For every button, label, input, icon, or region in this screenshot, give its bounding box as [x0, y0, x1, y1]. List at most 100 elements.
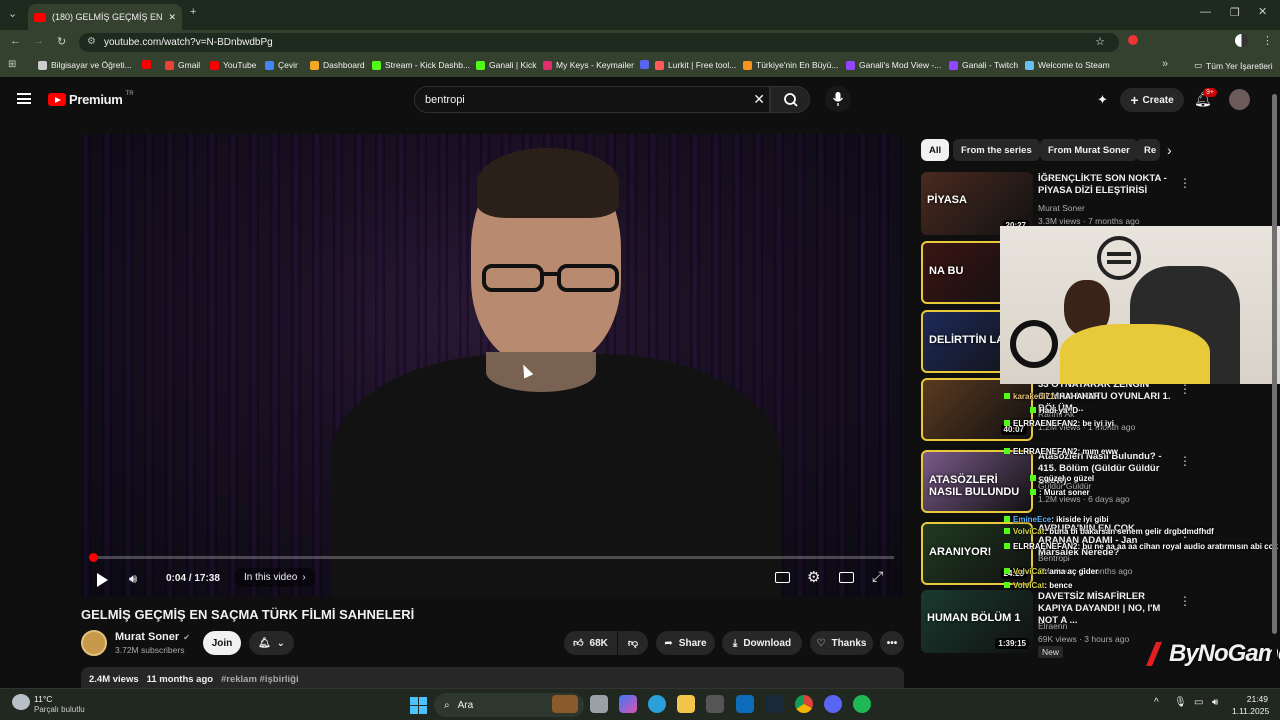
bookmark-item[interactable]: Ganali's Mod View -... [846, 60, 941, 70]
taskbar-app-steam-icon[interactable] [765, 695, 783, 713]
like-button[interactable]: 👍︎ 68K [564, 631, 617, 655]
scrubber-handle[interactable] [89, 553, 98, 562]
taskbar-app-burger-icon[interactable] [552, 695, 578, 713]
filter-chip[interactable]: All [921, 139, 950, 161]
bookmark-item[interactable]: Gmail [165, 60, 200, 70]
all-bookmarks[interactable]: ▭ Tüm Yer İşaretleri [1194, 60, 1273, 71]
volume-icon[interactable]: 🔊︎ [129, 571, 137, 587]
apps-grid-icon[interactable]: ⊞ [8, 59, 16, 70]
search-input[interactable]: bentropi ✕ [414, 86, 770, 113]
create-button[interactable]: + Create [1120, 88, 1184, 112]
taskbar-app-explorer-icon[interactable] [677, 695, 695, 713]
share-button[interactable]: ➦ Share [656, 631, 715, 655]
site-info-icon[interactable]: ⚙ [87, 36, 96, 47]
fullscreen-icon[interactable]: ⤢ [872, 568, 883, 585]
premium-shorts-icon[interactable]: ✦ [1097, 92, 1108, 108]
youtube-logo[interactable]: Premium TR [48, 91, 134, 107]
in-this-video-button[interactable]: In this video › [234, 568, 316, 587]
bookmark-item[interactable] [142, 60, 151, 69]
bookmark-item[interactable]: Dashboard [310, 60, 365, 70]
search-button[interactable] [770, 86, 810, 113]
taskbar-app-discord-icon[interactable] [824, 695, 842, 713]
close-window-icon[interactable]: ✕ [1258, 5, 1267, 18]
theater-mode-icon[interactable] [839, 572, 854, 583]
recommended-video[interactable]: ATASÖZLERİ NASIL BULUNDU Atasözleri Nasıl… [921, 450, 1261, 516]
subscribe-bell-button[interactable]: 🔔︎ ⌄ [249, 631, 294, 655]
settings-gear-icon[interactable]: ⚙ [807, 568, 820, 586]
taskbar-app-outlook-icon[interactable] [736, 695, 754, 713]
bookmark-item[interactable]: Bilgisayar ve Öğreti... [38, 60, 132, 70]
taskbar-app-taskview-icon[interactable] [590, 695, 608, 713]
bookmark-item[interactable]: My Keys - Keymailer [543, 60, 634, 70]
taskbar-app-spotify-icon[interactable] [853, 695, 871, 713]
captions-icon[interactable] [775, 572, 790, 583]
channel-name[interactable]: Murat Soner [115, 631, 179, 643]
bookmark-star-icon[interactable]: ☆ [1095, 35, 1105, 48]
more-bookmarks-icon[interactable]: » [1162, 58, 1168, 70]
taskbar-app-store-icon[interactable] [706, 695, 724, 713]
menu-dots-icon[interactable]: ⋮ [1262, 34, 1273, 47]
taskbar-app-edge-icon[interactable] [648, 695, 666, 713]
url-field[interactable]: ⚙ youtube.com/watch?v=N-BDnbwdbPg ☆ [79, 33, 1119, 52]
tray-chevron-icon[interactable]: ^ [1154, 697, 1159, 708]
hashtags[interactable]: #reklam #işbirliği [221, 674, 299, 685]
filter-chip[interactable]: From the series [953, 139, 1040, 161]
weather-temp[interactable]: 11°C [34, 694, 52, 704]
scrollbar-thumb[interactable] [1272, 94, 1277, 634]
recommendation-title[interactable]: İĞRENÇLİKTE SON NOKTA - PİYASA DİZİ ELEŞ… [1038, 173, 1178, 197]
video-progress-bar[interactable] [89, 553, 894, 562]
speaker-icon[interactable]: 🔊︎ [1212, 697, 1218, 708]
extension-icon[interactable] [1128, 35, 1138, 45]
recommendation-channel[interactable]: Bentropi [1038, 553, 1070, 563]
hamburger-menu-icon[interactable] [17, 93, 31, 104]
dislike-button[interactable]: 👎︎ [618, 631, 648, 655]
bookmark-item[interactable]: Türkiye'nin En Büyü... [743, 60, 838, 70]
bookmark-item[interactable]: YouTube [210, 60, 256, 70]
more-options-icon[interactable]: ⋮ [1179, 382, 1191, 396]
taskbar-app-chrome-icon[interactable] [795, 695, 813, 713]
filter-chip[interactable]: From Murat Soner [1040, 139, 1138, 161]
minimize-icon[interactable]: — [1200, 6, 1211, 18]
video-thumbnail[interactable]: HUMAN BÖLÜM 1 1:39:15 [921, 590, 1033, 653]
profile-icon[interactable] [1235, 34, 1248, 47]
channel-avatar[interactable] [81, 630, 107, 656]
windows-start-icon[interactable] [410, 697, 427, 714]
recommended-video[interactable]: 40:07 33 OYNAYARAK ZENGİN OLMAK ! KUTU OY… [921, 378, 1261, 444]
bookmark-item[interactable]: Lurkit | Free tool... [655, 60, 736, 70]
forward-icon[interactable]: → [33, 35, 44, 47]
video-player[interactable] [81, 134, 904, 597]
new-tab-icon[interactable]: + [190, 6, 196, 18]
more-options-icon[interactable]: ⋮ [1179, 176, 1191, 190]
clear-search-icon[interactable]: ✕ [753, 91, 765, 108]
bookmark-item[interactable]: Welcome to Steam [1025, 60, 1110, 70]
network-icon[interactable]: ▭ [1194, 697, 1203, 708]
filter-chip[interactable]: Re [1136, 139, 1160, 161]
bookmark-item[interactable]: Çevir [265, 60, 298, 70]
bookmark-item[interactable]: Ganali | Kick [476, 60, 537, 70]
download-button[interactable]: ⤓ Download [722, 631, 802, 655]
video-thumbnail[interactable]: 40:07 [921, 378, 1033, 441]
recommendation-channel[interactable]: Murat Soner [1038, 203, 1085, 213]
weather-cloud-icon[interactable] [12, 694, 30, 710]
page-scrollbar[interactable] [1272, 92, 1277, 682]
join-button[interactable]: Join [203, 631, 241, 655]
maximize-icon[interactable]: ❐ [1230, 6, 1240, 19]
thanks-button[interactable]: ♡ Thanks [810, 631, 873, 655]
close-tab-icon[interactable]: ✕ [168, 12, 176, 23]
more-actions-button[interactable]: ••• [880, 631, 904, 655]
reload-icon[interactable]: ↻ [57, 35, 66, 48]
weather-desc[interactable]: Parçalı bulutlu [34, 705, 85, 714]
bookmark-item[interactable]: Stream - Kick Dashb... [372, 60, 470, 70]
microphone-tray-icon[interactable]: 🎙︎ [1174, 697, 1187, 708]
video-thumbnail[interactable]: ATASÖZLERİ NASIL BULUNDU [921, 450, 1033, 513]
taskbar-app-copilot-icon[interactable] [619, 695, 637, 713]
chips-next-icon[interactable]: › [1167, 142, 1172, 158]
clock[interactable]: 21:49 1.11.2025 [1232, 694, 1269, 716]
bookmark-item[interactable] [640, 60, 649, 69]
more-options-icon[interactable]: ⋮ [1179, 454, 1191, 468]
more-options-icon[interactable]: ⋮ [1179, 594, 1191, 608]
tab-list-icon[interactable]: ⌄ [8, 7, 17, 20]
back-icon[interactable]: ← [10, 35, 21, 47]
bookmark-item[interactable]: Ganali - Twitch [949, 60, 1018, 70]
recommendation-channel[interactable]: Elraenn [1038, 621, 1067, 631]
